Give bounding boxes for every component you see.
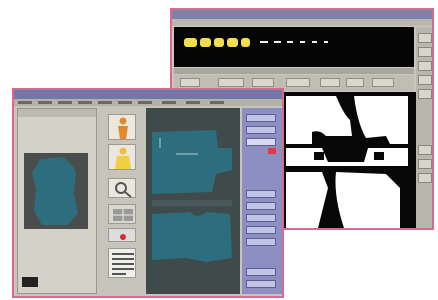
front-window-titlebar[interactable] — [14, 90, 282, 99]
pattern-sheet-icon[interactable] — [108, 248, 136, 278]
toolbar-field[interactable] — [252, 78, 274, 87]
property-field[interactable] — [246, 114, 276, 122]
piece-thumbnail-strip[interactable] — [174, 27, 414, 67]
piece-thumbnail[interactable] — [227, 38, 238, 47]
back-window-tool-panel — [416, 27, 432, 228]
pattern-piece — [286, 172, 328, 228]
screenshot-stage — [0, 0, 438, 300]
piece-marker — [312, 41, 317, 43]
menu-item[interactable] — [58, 101, 72, 104]
marker-layout-canvas[interactable] — [282, 92, 416, 228]
property-field[interactable] — [246, 226, 276, 234]
tool-icon[interactable] — [418, 61, 432, 71]
pattern-piece — [314, 152, 324, 160]
tool-icon[interactable] — [418, 159, 432, 169]
piece-marker — [324, 41, 328, 43]
property-field[interactable] — [246, 214, 276, 222]
back-window-menubar[interactable] — [172, 19, 432, 26]
menu-item[interactable] — [18, 101, 32, 104]
menu-item[interactable] — [210, 101, 224, 104]
color-swatch[interactable] — [22, 277, 38, 287]
piece-marker — [274, 41, 281, 43]
toolbar-field[interactable] — [346, 78, 364, 87]
piece-thumbnail[interactable] — [214, 38, 224, 47]
tool-icon[interactable] — [418, 75, 432, 85]
fabric-piece — [152, 130, 232, 194]
fabric-preview-panel — [17, 108, 97, 294]
menu-item[interactable] — [118, 101, 132, 104]
menu-item[interactable] — [186, 101, 200, 104]
menu-item[interactable] — [138, 101, 152, 104]
piece-marker — [287, 41, 293, 43]
fabric-preview[interactable] — [24, 153, 88, 229]
piece-marker — [260, 41, 268, 43]
toolbar-field[interactable] — [372, 78, 394, 87]
menu-item[interactable] — [38, 101, 52, 104]
pattern-piece — [374, 152, 384, 160]
menu-item[interactable] — [78, 101, 92, 104]
figure-orange-icon[interactable] — [108, 114, 136, 140]
tool-icon[interactable] — [418, 173, 432, 183]
toolbar-field[interactable] — [180, 78, 200, 87]
grid-icon[interactable] — [108, 204, 136, 224]
property-field[interactable] — [246, 138, 276, 146]
piece-thumbnail[interactable] — [200, 38, 211, 47]
tool-icon-column — [100, 108, 144, 294]
fabric-layout-canvas[interactable] — [146, 108, 240, 294]
property-field[interactable] — [246, 126, 276, 134]
pattern-piece — [286, 148, 408, 166]
magnifier-icon[interactable] — [108, 178, 136, 198]
property-field[interactable] — [246, 202, 276, 210]
property-field[interactable] — [246, 280, 276, 288]
garment-preview-shape — [32, 157, 78, 225]
piece-thumbnail[interactable] — [241, 38, 250, 47]
property-field[interactable] — [246, 238, 276, 246]
alert-icon[interactable] — [268, 148, 276, 154]
menu-item[interactable] — [98, 101, 112, 104]
figure-yellow-icon[interactable] — [108, 144, 136, 170]
tool-icon[interactable] — [418, 47, 432, 57]
pattern-design-window — [12, 88, 284, 298]
piece-marker — [300, 41, 305, 43]
toolbar-field[interactable] — [286, 78, 310, 87]
pattern-piece — [354, 96, 408, 144]
tool-icon[interactable] — [418, 89, 432, 99]
pattern-piece — [335, 172, 400, 228]
pattern-pieces-drawing — [286, 96, 408, 228]
preview-panel-header — [18, 109, 96, 117]
fabric-piece — [152, 212, 232, 262]
fabric-pieces-drawing — [152, 130, 232, 262]
pattern-piece — [286, 96, 352, 144]
piece-thumbnail[interactable] — [184, 38, 197, 47]
tool-icon[interactable] — [418, 145, 432, 155]
toolbar-field[interactable] — [320, 78, 340, 87]
menu-item[interactable] — [162, 101, 176, 104]
front-window-menubar — [14, 99, 282, 106]
property-field[interactable] — [246, 190, 276, 198]
back-window-titlebar[interactable] — [172, 10, 432, 19]
record-icon[interactable] — [108, 228, 136, 242]
back-window-statusbar — [174, 68, 414, 74]
property-field[interactable] — [246, 268, 276, 276]
tool-icon[interactable] — [418, 33, 432, 43]
toolbar-field[interactable] — [218, 78, 244, 87]
properties-panel — [242, 108, 282, 294]
